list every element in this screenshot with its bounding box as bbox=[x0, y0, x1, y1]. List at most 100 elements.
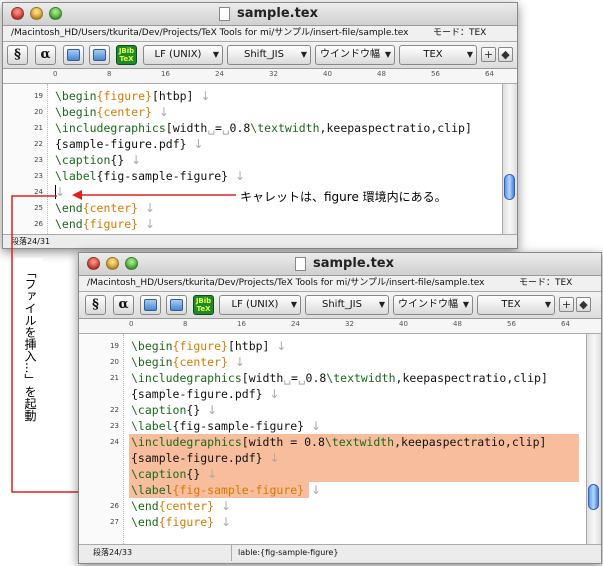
minimize-button[interactable] bbox=[30, 7, 43, 20]
latex-argument: {figure} bbox=[172, 339, 228, 353]
diamond-button[interactable]: ◆ bbox=[498, 47, 513, 62]
ruler-tick-label: 16 bbox=[237, 320, 246, 328]
code-text: {sample-figure.pdf} ↓ bbox=[131, 386, 280, 402]
encoding-popup[interactable]: Shift_JIS ▼ bbox=[305, 295, 389, 315]
code-line[interactable]: 27 \end{figure} ↓ bbox=[79, 514, 585, 530]
invisible-char-marker: ↓ bbox=[221, 515, 232, 529]
popup-arrow-icon: ▼ bbox=[384, 50, 391, 59]
path-bar: /Macintosh_HD/Users/tkurita/Dev/Projects… bbox=[3, 26, 517, 42]
zoom-button[interactable] bbox=[49, 7, 62, 20]
scroll-thumb[interactable] bbox=[588, 484, 599, 510]
mode-popup[interactable]: TEX ▼ bbox=[399, 45, 477, 65]
code-line[interactable]: 20 \begin{center} ↓ bbox=[79, 354, 585, 370]
encoding-value: Shift_JIS bbox=[244, 49, 284, 60]
code-line[interactable]: 22 \caption{} ↓ bbox=[79, 402, 585, 418]
code-line[interactable]: 21 \includegraphics[width␣=␣0.8\textwidth… bbox=[79, 370, 585, 386]
ruler-tick-label: 32 bbox=[269, 70, 278, 78]
invisible-char-marker: ↓ bbox=[158, 105, 169, 119]
code-line[interactable]: 26 \end{figure} ↓ bbox=[3, 216, 501, 232]
line-number: 24 bbox=[110, 438, 119, 446]
latex-command: \end bbox=[55, 217, 83, 231]
vertical-scrollbar[interactable] bbox=[502, 84, 517, 234]
invisible-char-marker: ↓ bbox=[311, 483, 322, 497]
add-button[interactable]: + bbox=[559, 297, 574, 312]
text-editor[interactable]: 19 \begin{figure}[htbp] ↓ 20 \begin{center}… bbox=[3, 84, 517, 234]
code-line[interactable]: 23 \label{fig-sample-figure} ↓ bbox=[79, 418, 585, 434]
code-line[interactable]: \caption{} ↓ bbox=[79, 466, 585, 482]
open-folder-alt-button[interactable] bbox=[166, 295, 187, 315]
math-button[interactable]: α bbox=[113, 295, 134, 315]
close-button[interactable] bbox=[11, 7, 24, 20]
latex-argument: {fig-sample-figure} bbox=[172, 483, 305, 497]
title-bar[interactable]: sample.tex bbox=[79, 253, 601, 276]
folder-icon bbox=[170, 299, 183, 311]
code-line[interactable]: 20 \begin{center} ↓ bbox=[3, 104, 501, 120]
latex-command: \textwidth bbox=[324, 435, 395, 449]
code-line[interactable]: 23 \caption{} ↓ bbox=[3, 152, 501, 168]
code-line[interactable]: 21 \includegraphics[width␣=␣0.8\textwidth… bbox=[3, 120, 501, 136]
code-line[interactable]: 22 {sample-figure.pdf} ↓ bbox=[3, 136, 501, 152]
open-folder-alt-button[interactable] bbox=[89, 45, 110, 65]
popup-arrow-icon: ▼ bbox=[378, 300, 385, 309]
encoding-popup[interactable]: Shift_JIS ▼ bbox=[227, 45, 311, 65]
code-text: \begin{figure}[htbp] ↓ bbox=[55, 88, 210, 104]
code-token: 0.8 bbox=[305, 371, 327, 385]
code-line[interactable]: 19 \begin{figure}[htbp] ↓ bbox=[79, 338, 585, 354]
newline-popup[interactable]: LF (UNIX) ▼ bbox=[143, 45, 223, 65]
text-editor[interactable]: 19 \begin{figure}[htbp] ↓ 20 \begin{center}… bbox=[79, 334, 601, 544]
newline-popup[interactable]: LF (UNIX) ▼ bbox=[219, 295, 301, 315]
mode-value: TEX bbox=[423, 49, 443, 60]
vertical-scrollbar[interactable] bbox=[586, 334, 601, 544]
scroll-thumb[interactable] bbox=[504, 174, 515, 200]
folder-icon bbox=[67, 49, 80, 61]
code-line[interactable]: \label{fig-sample-figure} ↓ bbox=[79, 482, 585, 498]
latex-command: \end bbox=[55, 201, 83, 215]
latex-argument: {center} bbox=[158, 499, 215, 513]
text-caret bbox=[55, 185, 56, 199]
invisible-char-marker: ␣ bbox=[297, 371, 306, 385]
open-folder-button[interactable] bbox=[63, 45, 84, 65]
window-width-popup[interactable]: ウインドウ幅 ▼ bbox=[393, 295, 473, 315]
code-text: \caption{} ↓ bbox=[131, 402, 217, 418]
mode-popup[interactable]: TEX ▼ bbox=[477, 295, 555, 315]
code-line[interactable]: {sample-figure.pdf} ↓ bbox=[79, 450, 585, 466]
code-line[interactable]: 23 \label{fig-sample-figure} ↓ bbox=[3, 168, 501, 184]
math-button[interactable]: α bbox=[35, 45, 56, 65]
line-number: 23 bbox=[34, 172, 43, 180]
invisible-char-marker: ↓ bbox=[311, 419, 322, 433]
latex-command: \textwidth bbox=[326, 371, 396, 385]
minimize-button[interactable] bbox=[106, 257, 119, 270]
popup-arrow-icon: ▼ bbox=[466, 50, 473, 59]
close-button[interactable] bbox=[87, 257, 100, 270]
path-bar: /Macintosh_HD/Users/tkurita/Dev/Projects… bbox=[79, 276, 601, 292]
code-line[interactable]: 24 \includegraphics[width = 0.8\textwidth… bbox=[79, 434, 585, 450]
add-button[interactable]: + bbox=[481, 47, 496, 62]
diamond-button[interactable]: ◆ bbox=[576, 297, 591, 312]
ruler: 0 8 16 24 32 40 48 56 64 bbox=[3, 69, 517, 84]
line-number: 20 bbox=[34, 108, 43, 116]
code-line[interactable]: 26 \end{center} ↓ bbox=[79, 498, 585, 514]
window-width-popup[interactable]: ウインドウ幅 ▼ bbox=[315, 45, 395, 65]
zoom-button[interactable] bbox=[125, 257, 138, 270]
section-button[interactable]: § bbox=[7, 45, 28, 65]
label-status: lable:{fig-sample-figure} bbox=[231, 545, 338, 561]
bibtex-button[interactable]: JBib TeX bbox=[193, 295, 214, 315]
code-text: \end{center} ↓ bbox=[55, 200, 155, 216]
mode-label: モード：TEX bbox=[433, 28, 487, 38]
code-line[interactable]: {sample-figure.pdf} ↓ bbox=[79, 386, 585, 402]
popup-arrow-icon: ▼ bbox=[544, 300, 551, 309]
ruler-tick-label: 40 bbox=[323, 70, 332, 78]
bibtex-button[interactable]: JBib TeX bbox=[116, 45, 137, 65]
code-line[interactable]: 19 \begin{figure}[htbp] ↓ bbox=[3, 88, 501, 104]
window-title: sample.tex bbox=[237, 6, 318, 21]
newline-value: LF (UNIX) bbox=[154, 49, 202, 60]
open-folder-button[interactable] bbox=[140, 295, 161, 315]
document-icon bbox=[219, 7, 230, 21]
latex-command: \begin bbox=[131, 355, 173, 369]
title-bar[interactable]: sample.tex bbox=[3, 3, 517, 26]
invisible-char-marker: ↓ bbox=[276, 339, 287, 353]
section-button[interactable]: § bbox=[85, 295, 106, 315]
